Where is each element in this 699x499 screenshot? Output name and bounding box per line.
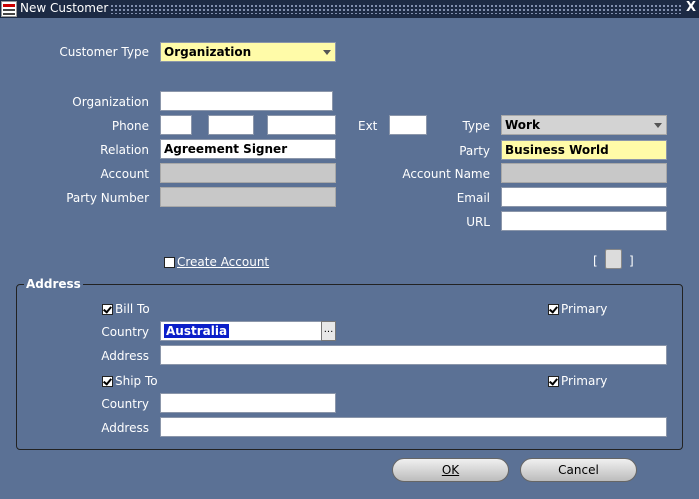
email-label: Email	[456, 191, 490, 205]
type-value: Work	[505, 118, 540, 132]
app-icon	[1, 1, 17, 17]
account-field	[160, 163, 336, 183]
organization-field[interactable]	[160, 91, 333, 111]
bill-to-primary-checkbox[interactable]: Primary	[548, 302, 607, 316]
relation-field[interactable]: Agreement Signer	[160, 139, 336, 159]
ship-to-address-label: Address	[101, 421, 149, 435]
phone-ext-field[interactable]	[389, 115, 427, 135]
bill-to-label: Bill To	[115, 302, 150, 316]
account-name-field	[501, 163, 667, 183]
phone-label: Phone	[111, 119, 149, 133]
list-of-values-button[interactable]: ...	[321, 321, 336, 341]
customer-type-value: Organization	[164, 45, 252, 59]
account-label: Account	[100, 167, 149, 181]
phone-number-field[interactable]	[267, 115, 336, 135]
title-bar-pattern	[110, 4, 681, 14]
type-label: Type	[462, 119, 490, 133]
party-number-field	[160, 187, 336, 207]
account-name-label: Account Name	[402, 167, 490, 181]
checkbox-checked-icon	[548, 303, 559, 315]
organization-label: Organization	[72, 95, 149, 109]
party-field[interactable]: Business World	[501, 140, 667, 160]
close-icon[interactable]: X	[686, 0, 696, 15]
create-account-label: Create Account	[177, 255, 270, 269]
ship-to-primary-checkbox[interactable]: Primary	[548, 374, 607, 388]
checkbox-icon	[164, 256, 175, 268]
descriptive-flexfield-button[interactable]	[605, 249, 622, 269]
bill-to-address-label: Address	[101, 349, 149, 363]
bracket-left: [	[593, 254, 598, 268]
type-select[interactable]: Work	[501, 115, 667, 135]
party-number-label: Party Number	[66, 191, 149, 205]
cancel-button[interactable]: Cancel	[520, 458, 637, 482]
ship-to-label: Ship To	[115, 374, 158, 388]
phone-country-code-field[interactable]	[160, 115, 192, 135]
customer-type-label: Customer Type	[59, 45, 149, 59]
bill-to-checkbox[interactable]: Bill To	[102, 302, 150, 316]
ship-to-checkbox[interactable]: Ship To	[102, 374, 158, 388]
ship-to-country-field[interactable]	[160, 393, 336, 413]
ship-to-country-label: Country	[101, 397, 149, 411]
ok-button-label: OK	[441, 463, 460, 477]
ext-label: Ext	[358, 119, 378, 133]
title-bar: New Customer X	[0, 0, 699, 18]
customer-type-select[interactable]: Organization	[160, 42, 336, 62]
window-title: New Customer	[20, 1, 109, 15]
relation-label: Relation	[100, 143, 149, 157]
ok-button[interactable]: OK	[392, 458, 509, 482]
url-field[interactable]	[501, 211, 667, 231]
checkbox-checked-icon	[548, 375, 559, 387]
create-account-checkbox[interactable]: Create Account	[164, 255, 269, 269]
checkbox-checked-icon	[102, 303, 113, 315]
phone-area-code-field[interactable]	[208, 115, 254, 135]
cancel-button-label: Cancel	[558, 463, 599, 477]
chevron-down-icon	[323, 50, 331, 55]
bill-to-primary-label: Primary	[561, 302, 608, 316]
ship-to-primary-label: Primary	[561, 374, 608, 388]
email-field[interactable]	[501, 187, 667, 207]
bracket-right: ]	[629, 254, 634, 268]
bill-to-country-label: Country	[101, 325, 149, 339]
ship-to-address-field[interactable]	[160, 417, 667, 437]
bill-to-country-value: Australia	[164, 324, 230, 338]
url-label: URL	[466, 215, 490, 229]
chevron-down-icon	[654, 123, 662, 128]
party-label: Party	[459, 144, 490, 158]
bill-to-country-field[interactable]: Australia	[160, 321, 322, 341]
address-group-title: Address	[24, 277, 83, 291]
bill-to-address-field[interactable]	[160, 345, 667, 365]
checkbox-checked-icon	[102, 375, 113, 387]
